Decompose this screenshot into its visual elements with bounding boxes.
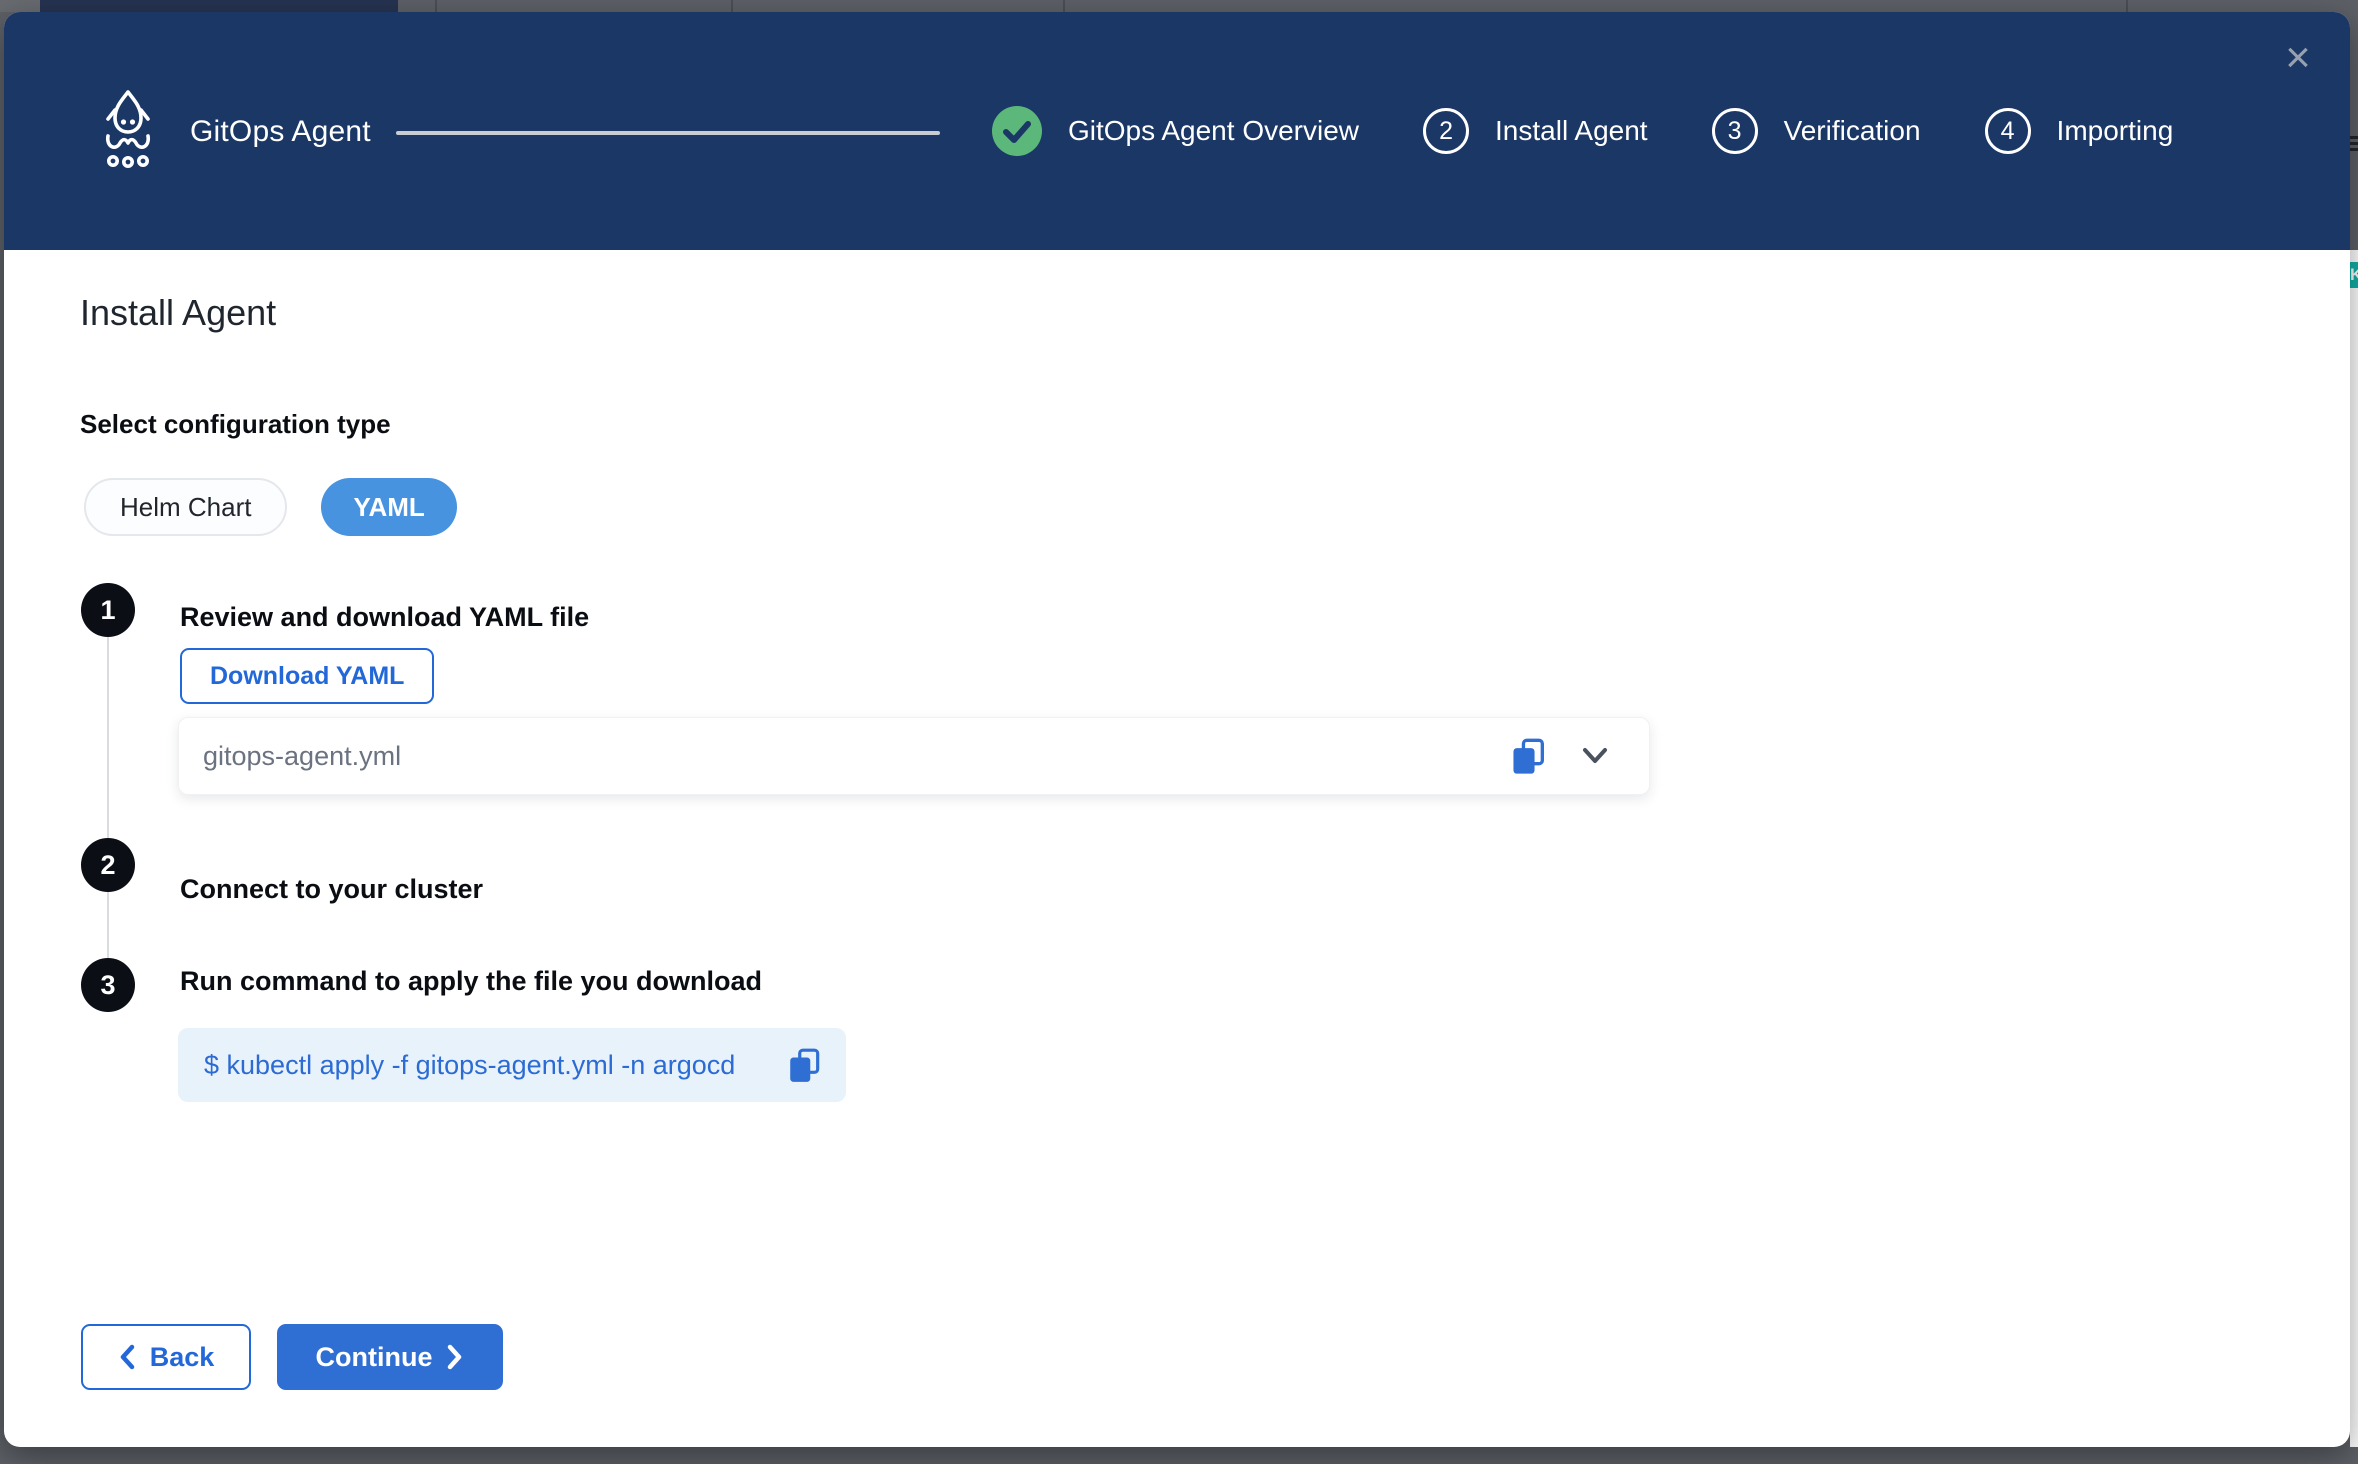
config-option-helm-chart[interactable]: Helm Chart — [84, 478, 287, 536]
page-title: Install Agent — [80, 292, 276, 334]
step-2-title: Connect to your cluster — [180, 874, 483, 905]
chevron-left-icon — [118, 1344, 136, 1370]
stepper-label-install-agent: Install Agent — [1495, 115, 1648, 147]
kubectl-command-box: $ kubectl apply -f gitops-agent.yml -n a… — [178, 1028, 846, 1102]
background-page-body — [2350, 250, 2358, 1447]
download-yaml-button[interactable]: Download YAML — [180, 648, 434, 704]
stepper-label-importing: Importing — [2057, 115, 2174, 147]
close-icon[interactable]: × — [2276, 36, 2320, 80]
step-1-circle: 1 — [81, 583, 135, 637]
gitops-agent-logo-icon — [96, 88, 160, 174]
background-active-tab — [40, 0, 398, 12]
wizard-header: GitOps Agent GitOps Agent Overview 2 Ins… — [4, 12, 2350, 250]
copy-icon[interactable] — [1509, 737, 1549, 777]
chevron-right-icon — [446, 1344, 464, 1370]
background-tab-divider — [435, 0, 437, 12]
stepper-label-verification: Verification — [1784, 115, 1921, 147]
copy-icon[interactable] — [786, 1047, 824, 1085]
background-tab-divider — [2126, 0, 2128, 12]
stepper-number-4: 4 — [1985, 108, 2031, 154]
stepper-item-install-agent[interactable]: 2 Install Agent — [1423, 108, 1648, 154]
step-1-title: Review and download YAML file — [180, 602, 589, 633]
chevron-down-icon[interactable] — [1579, 744, 1611, 768]
hamburger-menu-icon — [2350, 136, 2358, 154]
stepper-number-3: 3 — [1712, 108, 1758, 154]
background-corner — [0, 0, 40, 12]
yaml-file-name: gitops-agent.yml — [203, 718, 401, 794]
stepper-label-overview: GitOps Agent Overview — [1068, 115, 1359, 147]
config-option-yaml[interactable]: YAML — [321, 478, 456, 536]
wizard-brand-title: GitOps Agent — [190, 115, 371, 149]
step-3-circle: 3 — [81, 958, 135, 1012]
background-k-badge: K — [2350, 262, 2358, 288]
stepper-item-importing[interactable]: 4 Importing — [1985, 108, 2174, 154]
stepper-number-2: 2 — [1423, 108, 1469, 154]
background-browser-strip — [0, 0, 2358, 12]
step-complete-check-icon — [992, 106, 1042, 156]
back-button-label: Back — [150, 1342, 215, 1373]
wizard-stepper: GitOps Agent Overview 2 Install Agent 3 … — [992, 12, 2173, 250]
yaml-file-field[interactable]: gitops-agent.yml — [178, 717, 1650, 795]
config-type-label: Select configuration type — [80, 409, 391, 440]
back-button[interactable]: Back — [81, 1324, 251, 1390]
continue-button-label: Continue — [316, 1342, 433, 1373]
gitops-agent-wizard-modal: GitOps Agent GitOps Agent Overview 2 Ins… — [4, 12, 2350, 1447]
background-page-edge: K — [2350, 0, 2358, 1464]
background-tab-divider — [731, 0, 733, 12]
step-3-title: Run command to apply the file you downlo… — [180, 966, 762, 997]
background-tab-divider — [1063, 0, 1065, 12]
stepper-item-overview[interactable]: GitOps Agent Overview — [992, 106, 1359, 156]
stepper-item-verification[interactable]: 3 Verification — [1712, 108, 1921, 154]
step-connector-line — [107, 610, 109, 986]
continue-button[interactable]: Continue — [277, 1324, 503, 1390]
kubectl-command-text: $ kubectl apply -f gitops-agent.yml -n a… — [204, 1028, 735, 1102]
step-2-circle: 2 — [81, 838, 135, 892]
header-divider-line — [396, 131, 940, 135]
config-type-toggle: Helm Chart YAML — [84, 478, 457, 536]
